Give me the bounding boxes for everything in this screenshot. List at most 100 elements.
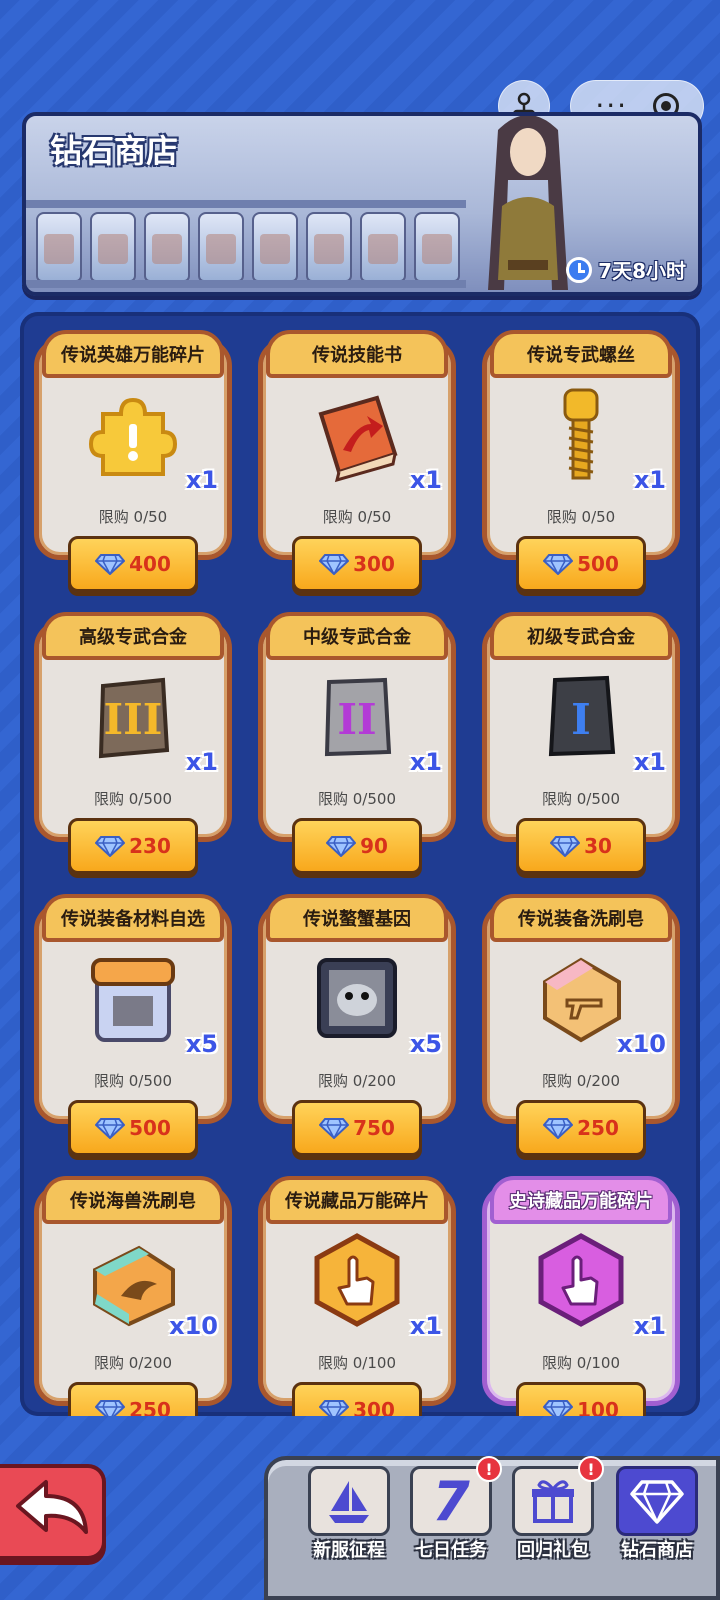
item-name: 中级专武合金	[266, 612, 448, 660]
nav-seven-day-tasks[interactable]: 7 ! 七日任务	[410, 1456, 502, 1562]
shop-item-card[interactable]: 传说装备材料自选 x5 限购 0/500 500	[34, 894, 232, 1156]
purchase-limit: 限购 0/200	[94, 1354, 172, 1372]
diamond-icon	[95, 554, 126, 575]
back-arrow-icon	[16, 1480, 88, 1534]
shop-item-card[interactable]: 传说技能书 x1 限购 0/50 300	[258, 330, 456, 592]
buy-button[interactable]: 90	[292, 818, 422, 874]
purchase-limit: 限购 0/100	[318, 1354, 396, 1372]
shop-item-card[interactable]: 传说螯蟹基因 x5 限购 0/200 750	[258, 894, 456, 1156]
jar-image	[414, 212, 460, 282]
shop-item-card[interactable]: 传说海兽洗刷皂 x10 限购 0/200 250	[34, 1176, 232, 1416]
shop-banner: 钻石商店 7天8小时	[22, 112, 702, 296]
shop-item-card[interactable]: 传说英雄万能碎片 x1 限购 0/50 400	[34, 330, 232, 592]
nav-return-gift[interactable]: ! 回归礼包	[512, 1456, 604, 1562]
price-label: 230	[129, 834, 171, 858]
price-label: 300	[353, 1398, 395, 1416]
hand-hex-purple-icon	[538, 1233, 624, 1327]
price-label: 750	[353, 1116, 395, 1140]
puzzle-piece-icon	[88, 397, 178, 476]
buy-button[interactable]: 300	[292, 536, 422, 592]
shop-item-card[interactable]: 高级专武合金 III x1 限购 0/500 230	[34, 612, 232, 874]
nav-new-server-journey[interactable]: 新服征程	[308, 1466, 390, 1562]
jar-image	[360, 212, 406, 282]
price-label: 500	[577, 552, 619, 576]
shop-item-card[interactable]: 传说装备洗刷皂 x10 限购 0/200 250	[482, 894, 680, 1156]
diamond-icon	[630, 1480, 684, 1524]
diamond-icon	[319, 554, 350, 575]
purchase-limit: 限购 0/500	[94, 790, 172, 808]
purchase-limit: 限购 0/50	[546, 508, 616, 526]
purchase-limit: 限购 0/200	[542, 1072, 620, 1090]
buy-button[interactable]: 250	[516, 1100, 646, 1156]
nav-label: 回归礼包	[517, 1540, 589, 1561]
sailboat-icon	[329, 1481, 369, 1523]
purchase-limit: 限购 0/100	[542, 1354, 620, 1372]
item-quantity: x1	[185, 748, 218, 776]
page-title: 钻石商店	[50, 132, 179, 170]
nav-label: 七日任务	[415, 1540, 487, 1561]
jar-image	[90, 212, 136, 282]
buy-button[interactable]: 30	[516, 818, 646, 874]
item-name: 初级专武合金	[490, 612, 672, 660]
item-quantity: x10	[617, 1030, 666, 1058]
alloy-iii-icon: III	[98, 677, 170, 759]
svg-text:II: II	[337, 695, 376, 744]
hand-hex-gold-icon	[314, 1233, 400, 1327]
diamond-icon	[543, 1118, 574, 1139]
buy-button[interactable]: 750	[292, 1100, 422, 1156]
item-name: 传说专武螺丝	[490, 330, 672, 378]
item-quantity: x1	[633, 466, 666, 494]
shop-item-card[interactable]: 史诗藏品万能碎片 x1 限购 0/100 100	[482, 1176, 680, 1416]
diamond-icon	[543, 1400, 574, 1416]
item-name: 传说技能书	[266, 330, 448, 378]
jar-image	[252, 212, 298, 282]
buy-button[interactable]: 400	[68, 536, 198, 592]
price-label: 250	[129, 1398, 171, 1416]
item-quantity: x5	[185, 1030, 218, 1058]
buy-button[interactable]: 300	[292, 1382, 422, 1416]
diamond-icon	[95, 836, 126, 857]
item-name: 传说海兽洗刷皂	[42, 1176, 224, 1224]
svg-text:III: III	[104, 695, 163, 744]
screw-icon	[563, 388, 599, 480]
item-quantity: x1	[633, 1312, 666, 1340]
diamond-icon	[543, 554, 574, 575]
diamond-icon	[319, 1400, 350, 1416]
shelf-divider	[26, 200, 466, 208]
buy-button[interactable]: 500	[516, 536, 646, 592]
price-label: 250	[577, 1116, 619, 1140]
purchase-limit: 限购 0/500	[318, 790, 396, 808]
buy-button[interactable]: 100	[516, 1382, 646, 1416]
timer-text: 7天8小时	[598, 259, 686, 283]
item-name: 传说装备洗刷皂	[490, 894, 672, 942]
shop-item-card[interactable]: 中级专武合金 II x1 限购 0/500 90	[258, 612, 456, 874]
back-button[interactable]	[0, 1464, 106, 1560]
purchase-limit: 限购 0/200	[318, 1072, 396, 1090]
item-name: 传说装备材料自选	[42, 894, 224, 942]
price-label: 30	[584, 834, 612, 858]
item-name: 传说螯蟹基因	[266, 894, 448, 942]
price-label: 400	[129, 552, 171, 576]
diamond-icon	[95, 1400, 126, 1416]
item-name: 传说藏品万能碎片	[266, 1176, 448, 1224]
diamond-icon	[319, 1118, 350, 1139]
countdown-timer: 7天8小时	[566, 255, 686, 284]
crab-gene-icon	[317, 958, 397, 1038]
nav-diamond-shop[interactable]: 钻石商店	[616, 1466, 698, 1562]
diamond-icon	[326, 836, 357, 857]
alloy-i-icon: I	[548, 675, 616, 757]
shop-item-card[interactable]: 初级专武合金 Ix1 限购 0/500 30	[482, 612, 680, 874]
shop-item-card[interactable]: 传说藏品万能碎片 x1 限购 0/100 300	[258, 1176, 456, 1416]
purchase-limit: 限购 0/500	[94, 1072, 172, 1090]
diamond-icon	[550, 836, 581, 857]
jar-image	[144, 212, 190, 282]
price-label: 100	[577, 1398, 619, 1416]
purchase-limit: 限购 0/50	[98, 508, 168, 526]
buy-button[interactable]: 500	[68, 1100, 198, 1156]
price-label: 90	[360, 834, 388, 858]
buy-button[interactable]: 230	[68, 818, 198, 874]
buy-button[interactable]: 250	[68, 1382, 198, 1416]
alert-badge: !	[578, 1456, 604, 1482]
shop-item-card[interactable]: 传说专武螺丝 x1 限购 0/50 500	[482, 330, 680, 592]
shark-soap-icon	[93, 1245, 175, 1327]
